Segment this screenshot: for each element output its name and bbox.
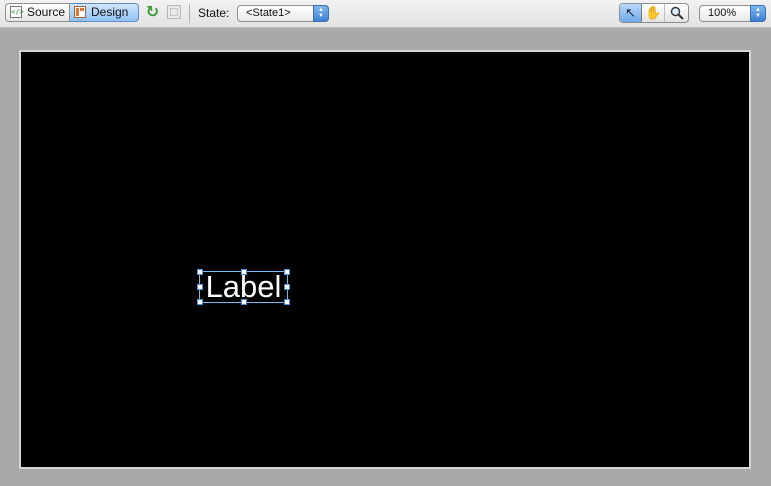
design-view-button[interactable]: Design <box>70 3 139 22</box>
layout-grid-icon[interactable] <box>167 5 181 19</box>
selected-label-component[interactable]: Label <box>197 269 290 305</box>
resize-handle-bottom[interactable] <box>241 299 247 305</box>
resize-handle-right[interactable] <box>284 284 290 290</box>
resize-handle-bottom-left[interactable] <box>197 299 203 305</box>
editor-toolbar: </> Source Design ↻ State: <State1> ▲ ▼ ↖… <box>0 0 771 28</box>
source-view-label: Source <box>27 5 66 19</box>
source-view-button[interactable]: </> Source <box>5 3 70 22</box>
design-view-label: Design <box>91 5 129 19</box>
resize-handle-top-right[interactable] <box>284 269 290 275</box>
canvas-tool-group: ↖ ✋ <box>619 3 689 23</box>
arrow-pointer-icon[interactable]: ↖ <box>620 4 642 22</box>
chevron-updown-icon: ▲ ▼ <box>313 5 329 22</box>
toolbar-divider <box>189 4 190 23</box>
resize-handle-top-left[interactable] <box>197 269 203 275</box>
zoom-dropdown[interactable]: 100% ▲ ▼ <box>699 5 766 22</box>
resize-handle-left[interactable] <box>197 284 203 290</box>
design-view-icon <box>74 6 86 18</box>
chevron-updown-icon: ▲ ▼ <box>750 5 766 22</box>
hand-icon[interactable]: ✋ <box>643 4 665 22</box>
state-dropdown-value: <State1> <box>246 7 291 19</box>
zoom-dropdown-value: 100% <box>708 7 737 19</box>
refresh-icon[interactable]: ↻ <box>144 4 161 21</box>
resize-handle-bottom-right[interactable] <box>284 299 290 305</box>
resize-handle-top[interactable] <box>241 269 247 275</box>
magnifier-icon[interactable] <box>666 4 688 22</box>
code-view-icon: </> <box>10 6 24 18</box>
state-label: State: <box>198 6 230 20</box>
design-canvas[interactable] <box>21 52 749 467</box>
state-dropdown[interactable]: <State1> ▲ ▼ <box>237 5 329 22</box>
